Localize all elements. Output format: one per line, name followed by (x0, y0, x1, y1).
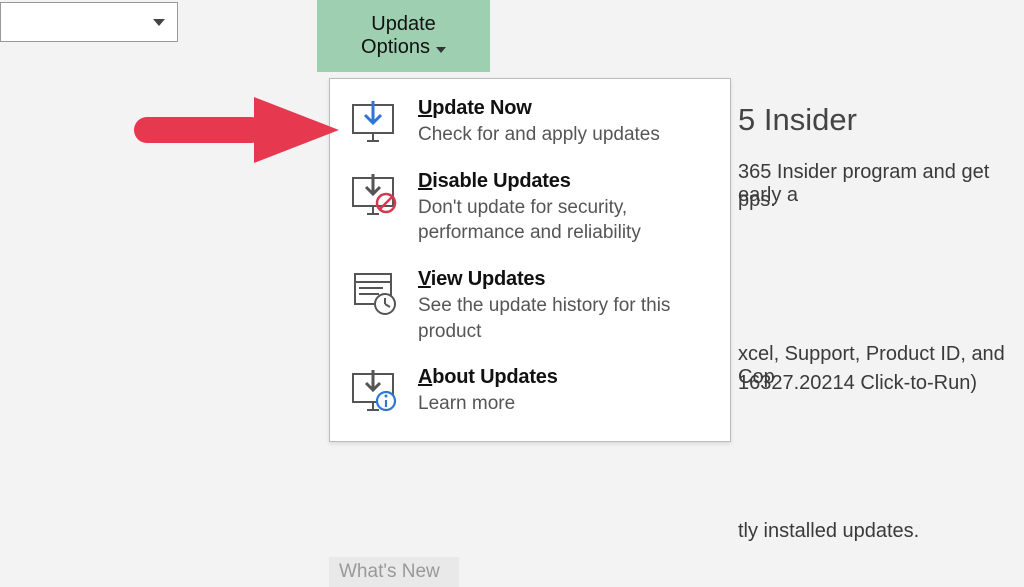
chevron-down-icon (436, 47, 446, 53)
update-options-menu: Update Now Check for and apply updates D… (329, 78, 731, 442)
menu-item-view-updates[interactable]: View Updates See the update history for … (330, 260, 730, 358)
update-options-button[interactable]: Update Options (317, 0, 490, 72)
whats-new-label: What's New (339, 561, 440, 582)
update-options-label-line1: Update (371, 13, 436, 36)
download-monitor-icon (348, 97, 400, 147)
menu-item-title: About Updates (418, 366, 712, 389)
menu-item-title: View Updates (418, 268, 712, 291)
about-line-partial-b: 16327.20214 Click-to-Run) (738, 372, 977, 395)
insider-heading-partial: 5 Insider (738, 102, 857, 138)
generic-dropdown[interactable] (0, 2, 178, 42)
download-disabled-icon (348, 170, 400, 220)
menu-item-desc: Check for and apply updates (418, 122, 712, 148)
menu-item-update-now[interactable]: Update Now Check for and apply updates (330, 89, 730, 162)
whats-new-button[interactable]: What's New (329, 557, 459, 587)
menu-item-desc: Learn more (418, 391, 712, 417)
menu-item-title: Disable Updates (418, 170, 712, 193)
menu-item-disable-updates[interactable]: Disable Updates Don't update for securit… (330, 162, 730, 260)
download-info-icon (348, 366, 400, 416)
installed-updates-partial: tly installed updates. (738, 520, 919, 543)
menu-item-about-updates[interactable]: About Updates Learn more (330, 358, 730, 431)
menu-item-title: Update Now (418, 97, 712, 120)
insider-desc-partial-b: pps. (738, 189, 776, 212)
history-list-icon (348, 268, 400, 318)
update-options-label-line2: Options (361, 36, 430, 59)
chevron-down-icon (153, 19, 165, 26)
menu-item-desc: See the update history for this product (418, 293, 712, 344)
menu-item-desc: Don't update for security, performance a… (418, 195, 712, 246)
annotation-arrow (134, 97, 339, 163)
insider-desc-partial-a: 365 Insider program and get early a (738, 161, 1024, 207)
